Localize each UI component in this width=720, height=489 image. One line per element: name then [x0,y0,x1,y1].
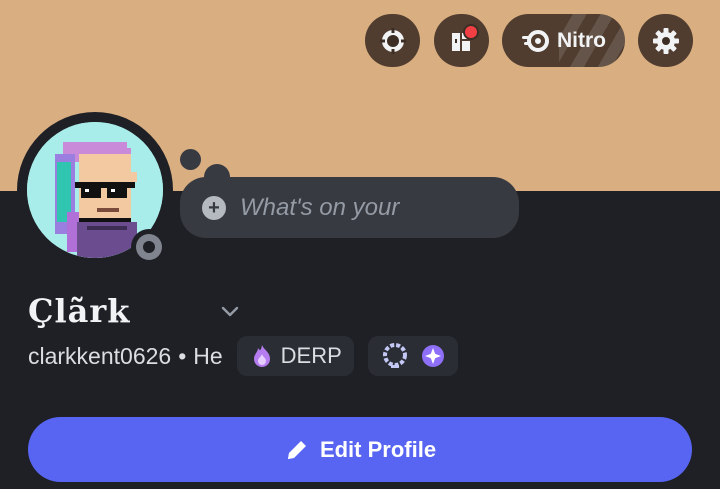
guild-tag-label: DERP [280,343,342,368]
status-indicator [131,229,167,265]
chevron-down-icon[interactable] [219,300,241,322]
display-name: Çlãrk [28,292,131,330]
pronouns: He [193,342,223,369]
server-boost-icon [379,27,406,54]
profile-meta-row: clarkkent0626 • He DERP [28,336,458,376]
guild-tag-chip[interactable]: DERP [236,336,354,376]
purple-flame-icon [253,345,270,367]
pencil-icon [287,440,306,459]
settings-button[interactable] [638,14,693,67]
edit-profile-button[interactable]: Edit Profile [28,417,692,482]
laurel-wreath-badge-icon[interactable] [380,341,410,371]
bubble-dot [180,149,201,170]
username: clarkkent0626 [28,342,172,369]
edit-profile-label: Edit Profile [319,436,437,462]
nitro-label: Nitro [557,28,606,52]
shop-button[interactable] [434,14,489,67]
nitro-button[interactable]: Nitro [502,14,625,67]
notification-dot [463,24,479,40]
server-boost-button[interactable] [365,14,420,67]
gear-icon [652,27,679,54]
offline-status-icon [136,234,162,260]
custom-status-bubble[interactable]: + What's on your [180,177,519,238]
nitro-icon [522,29,549,52]
status-placeholder: What's on your [240,193,400,221]
badges-chip[interactable] [367,336,458,376]
nitro-gem-badge-icon[interactable] [420,343,446,369]
plus-icon: + [202,195,226,220]
separator: • [178,342,187,369]
